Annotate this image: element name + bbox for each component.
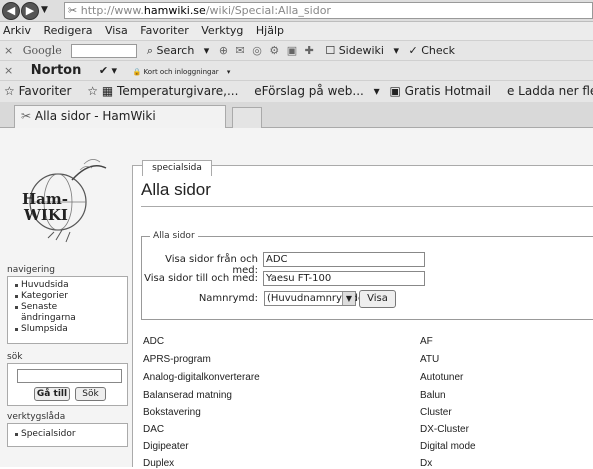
forward-button[interactable]: ▶	[21, 2, 39, 20]
toolbar-icons[interactable]: ⊕ ✉ ◎ ⚙ ▣ ✚	[219, 41, 316, 60]
url-prefix: http://www.	[80, 4, 144, 17]
address-bar-row: ◀ ▶ ▼ ✂ http://www.hamwiki.se/wiki/Speci…	[0, 0, 593, 22]
sidebar-item-kategorier[interactable]: Kategorier	[14, 291, 125, 302]
norton-passwords-button[interactable]: 🔒 Kort och inloggningar ▾	[133, 63, 231, 80]
page-title: Alla sidor	[141, 180, 211, 199]
list-item[interactable]: ATU	[420, 354, 439, 365]
fav-item-temperaturgivare[interactable]: ☆ ▦ Temperaturgivare,...	[87, 81, 244, 102]
google-logo: Google	[22, 44, 62, 57]
favicon-icon: ✂	[68, 4, 78, 17]
list-item[interactable]: ADC	[143, 336, 164, 347]
tab-row: ✂ Alla sidor - HamWiki	[0, 102, 593, 128]
list-item[interactable]: AF	[420, 336, 433, 347]
list-item[interactable]: Balanserad matning	[143, 390, 232, 401]
tools-heading: verktygslåda	[7, 412, 66, 422]
menu-hjalp[interactable]: Hjälp	[256, 24, 284, 37]
list-item[interactable]: Autotuner	[420, 372, 463, 383]
to-label: Visa sidor till och med:	[144, 273, 258, 284]
spellcheck-button[interactable]: ✓ Check	[409, 41, 462, 60]
list-item[interactable]: Digital mode	[420, 441, 476, 452]
title-divider	[141, 206, 593, 207]
norton-toolbar: × Norton ✔ ▾ 🔒 Kort och inloggningar ▾	[0, 60, 593, 80]
back-button[interactable]: ◀	[2, 2, 20, 20]
tab-alla-sidor[interactable]: ✂ Alla sidor - HamWiki	[14, 105, 226, 128]
favorites-label: Favoriter	[18, 84, 72, 98]
sidewiki-label: Sidewiki	[338, 44, 384, 57]
fav-label: Förslag på web...	[261, 84, 364, 98]
url-domain: hamwiki.se	[143, 4, 206, 17]
menu-redigera[interactable]: Redigera	[43, 24, 92, 37]
tab-specialsida[interactable]: specialsida	[142, 160, 212, 176]
menu-bar: Arkiv Redigera Visa Favoriter Verktyg Hj…	[0, 22, 593, 40]
list-item[interactable]: DX-Cluster	[420, 424, 469, 435]
show-button[interactable]: Visa	[359, 290, 396, 308]
list-item[interactable]: Duplex	[143, 458, 174, 469]
list-item[interactable]: Dx	[420, 458, 432, 469]
search-button[interactable]: Sök	[75, 387, 106, 401]
tools-box: Specialsidor	[7, 423, 128, 447]
fav-label: Gratis Hotmail	[404, 84, 492, 98]
to-input[interactable]: Yaesu FT-100	[263, 271, 425, 286]
fav-item-forslag[interactable]: eFörslag på web... ▾	[254, 81, 379, 102]
favorites-bar: ☆ Favoriter ☆ ▦ Temperaturgivare,... eFö…	[0, 80, 593, 102]
logo-text-wiki: WIKI	[23, 206, 68, 224]
fav-label: Temperaturgivare,...	[117, 84, 239, 98]
chevron-down-icon[interactable]: ▼	[342, 292, 355, 305]
menu-verktyg[interactable]: Verktyg	[201, 24, 243, 37]
menu-visa[interactable]: Visa	[105, 24, 128, 37]
search-input[interactable]	[17, 369, 122, 383]
url-input[interactable]: ✂ http://www.hamwiki.se/wiki/Special:All…	[64, 2, 593, 19]
list-item[interactable]: Analog-digitalkonverterare	[143, 372, 260, 383]
list-item[interactable]: Digipeater	[143, 441, 189, 452]
norton-logo[interactable]: Norton	[31, 61, 82, 80]
tab-favicon-icon: ✂	[21, 109, 32, 123]
hamwiki-logo[interactable]: Ham- WIKI	[10, 150, 122, 250]
check-label: Check	[421, 44, 456, 57]
go-button[interactable]: Gå till	[34, 387, 70, 401]
namespace-label: Namnrymd:	[198, 293, 258, 304]
nav-heading: navigering	[7, 265, 55, 275]
sidebar-item-huvudsida[interactable]: Huvudsida	[14, 280, 125, 291]
google-toolbar: × Google ⌕ Search ▾ ⊕ ✉ ◎ ⚙ ▣ ✚ ☐ Sidewi…	[0, 40, 593, 60]
sidebar-item-specialsidor[interactable]: Specialsidor	[14, 429, 125, 440]
fav-label: Ladda ner fle...	[518, 84, 593, 98]
list-item[interactable]: APRS-program	[143, 354, 211, 365]
form-legend: Alla sidor	[150, 231, 198, 241]
menu-arkiv[interactable]: Arkiv	[3, 24, 31, 37]
close-toolbar-icon[interactable]: ×	[4, 41, 13, 60]
logo-globe-icon: Ham- WIKI	[22, 159, 107, 243]
fav-item-hotmail[interactable]: ▣ Gratis Hotmail	[390, 81, 498, 102]
sidewiki-button[interactable]: ☐ Sidewiki ▾	[325, 41, 399, 60]
search-heading: sök	[7, 352, 23, 362]
google-search-button[interactable]: ⌕ Search ▾	[147, 41, 210, 60]
norton-check-icon[interactable]: ✔ ▾	[99, 61, 117, 80]
from-input[interactable]: ADC	[263, 252, 425, 267]
search-label: Search	[156, 44, 195, 57]
favorites-button[interactable]: ☆ Favoriter	[4, 81, 77, 102]
fav-item-ladda[interactable]: e Ladda ner fle...	[507, 81, 593, 102]
passwords-label: Kort och inloggningar	[143, 68, 219, 76]
menu-favoriter[interactable]: Favoriter	[140, 24, 188, 37]
new-tab-button[interactable]	[232, 107, 262, 128]
google-search-input[interactable]	[71, 44, 138, 58]
sidebar-item-senaste[interactable]: Senaste ändringarna	[14, 302, 84, 324]
tab-title: Alla sidor - HamWiki	[34, 109, 156, 123]
nav-box: Huvudsida Kategorier Senaste ändringarna…	[7, 276, 128, 344]
sidebar-item-slumpsida[interactable]: Slumpsida	[14, 324, 125, 335]
url-path: /wiki/Special:Alla_sidor	[205, 4, 331, 17]
list-item[interactable]: DAC	[143, 424, 164, 435]
close-norton-icon[interactable]: ×	[4, 61, 13, 80]
list-item[interactable]: Balun	[420, 390, 446, 401]
list-item[interactable]: Bokstavering	[143, 407, 201, 418]
list-item[interactable]: Cluster	[420, 407, 452, 418]
history-dropdown-icon[interactable]: ▼	[41, 5, 48, 15]
